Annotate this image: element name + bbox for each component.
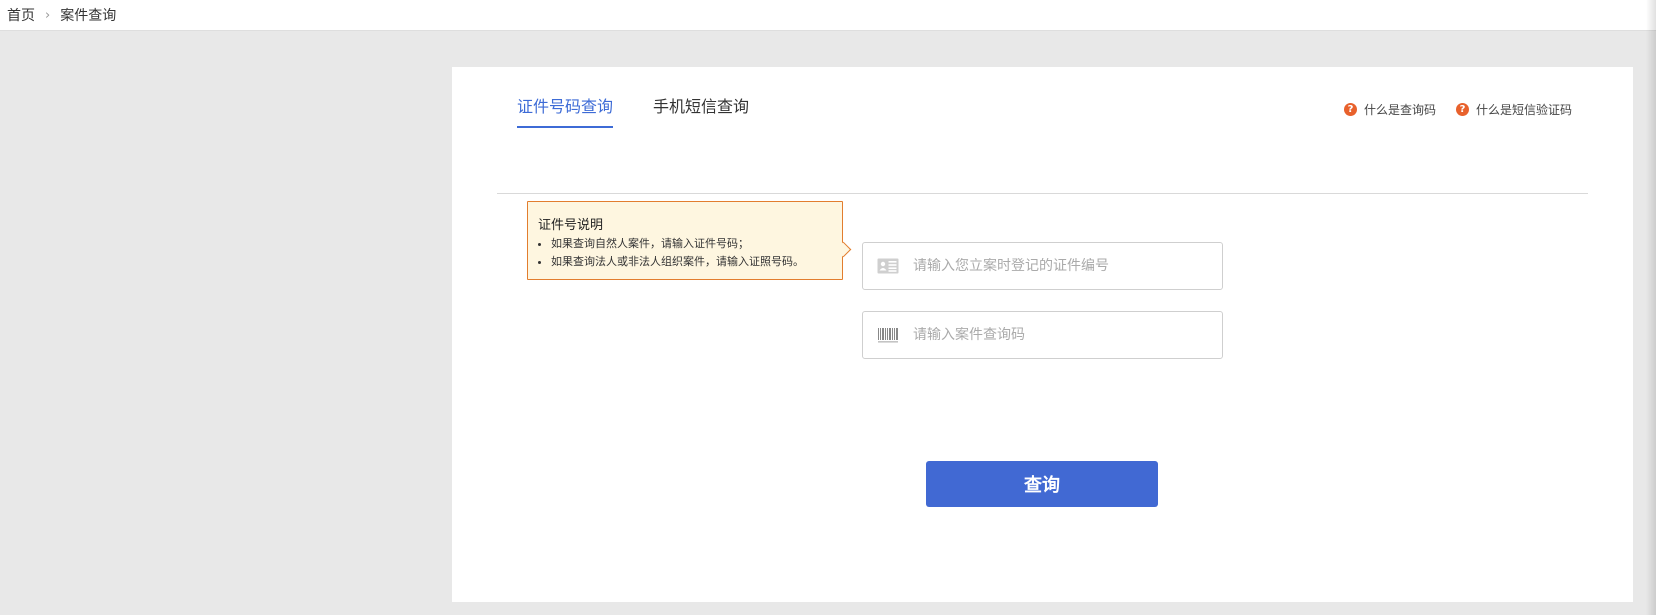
id-number-input[interactable] bbox=[913, 258, 1222, 274]
help-link-label: 什么是短信验证码 bbox=[1476, 103, 1573, 117]
breadcrumb-current: 案件查询 bbox=[60, 8, 117, 24]
page-edge-shadow bbox=[1646, 0, 1656, 615]
id-number-tooltip: 证件号说明 如果查询自然人案件，请输入证件号码； 如果查询法人或非法人组织案件，… bbox=[527, 201, 843, 280]
help-link-query-code[interactable]: ? 什么是查询码 bbox=[1344, 101, 1436, 118]
barcode-icon bbox=[863, 327, 913, 343]
question-icon: ? bbox=[1456, 103, 1469, 116]
breadcrumb-bar: 首页 › 案件查询 bbox=[0, 0, 1656, 31]
tooltip-item: 如果查询法人或非法人组织案件，请输入证照号码。 bbox=[551, 253, 832, 271]
tooltip-title: 证件号说明 bbox=[538, 218, 604, 233]
tab-divider bbox=[497, 193, 1588, 194]
tab-sms-query[interactable]: 手机短信查询 bbox=[653, 95, 749, 126]
help-link-sms-code[interactable]: ? 什么是短信验证码 bbox=[1456, 101, 1572, 118]
help-link-label: 什么是查询码 bbox=[1364, 103, 1437, 117]
breadcrumb-home[interactable]: 首页 bbox=[7, 5, 35, 25]
tooltip-list: 如果查询自然人案件，请输入证件号码； 如果查询法人或非法人组织案件，请输入证照号… bbox=[538, 235, 832, 271]
query-panel: 证件号码查询 手机短信查询 ? 什么是查询码 ? 什么是短信验证码 证件号说明 … bbox=[452, 67, 1633, 602]
query-button[interactable]: 查询 bbox=[926, 461, 1158, 507]
id-card-icon bbox=[863, 258, 913, 274]
case-code-field[interactable] bbox=[862, 311, 1223, 359]
question-icon: ? bbox=[1344, 103, 1357, 116]
case-code-input[interactable] bbox=[913, 327, 1222, 343]
id-number-field[interactable] bbox=[862, 242, 1223, 290]
tab-id-number-query[interactable]: 证件号码查询 bbox=[517, 95, 614, 128]
tooltip-item: 如果查询自然人案件，请输入证件号码； bbox=[551, 235, 832, 253]
chevron-right-icon: › bbox=[45, 7, 51, 23]
